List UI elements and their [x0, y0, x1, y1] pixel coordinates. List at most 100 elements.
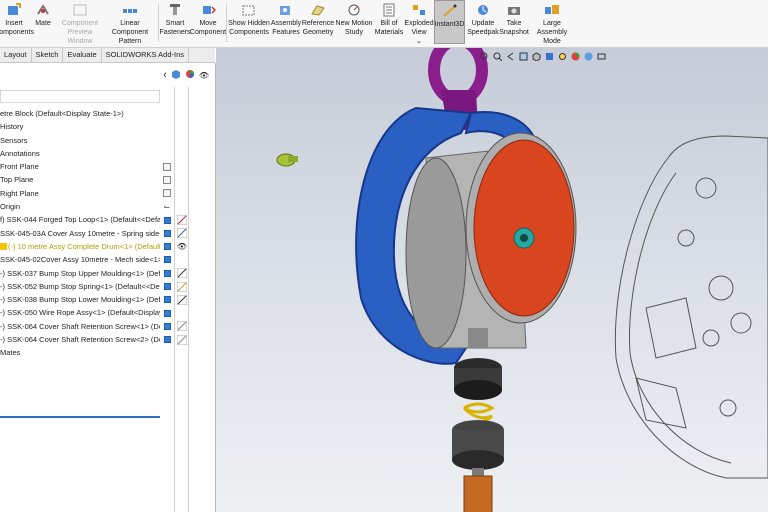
view-settings-icon[interactable] [597, 52, 606, 61]
previous-view-icon[interactable] [506, 52, 515, 61]
component-display-icon[interactable] [163, 229, 171, 237]
edit-appearance-icon[interactable] [571, 52, 580, 61]
large-assembly-mode-button[interactable]: Large Assembly Mode [529, 0, 575, 45]
instant3d-icon [442, 4, 458, 18]
apply-scene-icon[interactable] [584, 52, 593, 61]
cover-shaft-retention-screw[interactable] [276, 153, 298, 167]
tree-item-origin[interactable]: Origin [0, 200, 160, 213]
move-component-button[interactable]: Move Component [190, 0, 226, 44]
reference-geometry-button[interactable]: Reference Geometry [302, 0, 334, 44]
tab-sketch[interactable]: Sketch [32, 48, 64, 62]
ribbon-separator [226, 4, 227, 42]
component-display-icon[interactable] [163, 256, 171, 264]
chevron-down-icon: ⌄ [416, 38, 422, 45]
appearance-swatch-icon[interactable] [177, 334, 187, 345]
component-display-icon[interactable] [163, 309, 171, 317]
wire-rope-assembly[interactable] [463, 475, 493, 512]
tree-item-mates[interactable]: Mates [0, 346, 160, 359]
component-display-icon[interactable] [163, 283, 171, 290]
tree-item-sensors[interactable]: Sensors [0, 134, 160, 147]
assembly-features-icon [278, 3, 294, 17]
appearance-swatch-icon[interactable] [177, 321, 187, 332]
feature-manager-panel: ‹ 👁 etre Block (Default<Display State-1>… [0, 63, 216, 512]
snapshot-icon [506, 3, 522, 17]
mate-icon [35, 3, 51, 17]
tree-item-component[interactable]: SSK-045-02Cover Assy 10metre - Mech side… [0, 253, 160, 266]
take-snapshot-button[interactable]: Take Snapshot [499, 0, 529, 44]
component-display-icon[interactable] [163, 216, 171, 224]
bill-of-materials-icon [381, 3, 397, 17]
reference-geometry-icon [310, 3, 326, 17]
appearance-swatch-icon[interactable] [177, 294, 187, 305]
appearance-swatch-icon[interactable] [177, 228, 187, 239]
tree-selection-bar [0, 416, 160, 418]
appearance-column: 👁 [176, 107, 188, 346]
update-speedpak-button[interactable]: Update Speedpak [467, 0, 499, 44]
tree-item-right-plane[interactable]: Right Plane [0, 187, 160, 200]
smart-fasteners-icon [167, 3, 183, 17]
tab-evaluate[interactable]: Evaluate [63, 48, 102, 62]
zoom-to-fit-icon[interactable] [480, 52, 489, 61]
component-display-icon[interactable] [163, 336, 171, 344]
assembly-features-button[interactable]: Assembly Features [271, 0, 301, 44]
heads-up-view-toolbar [480, 49, 606, 63]
component-preview-window-button[interactable]: Component Preview Window [58, 0, 102, 45]
component-display-icon[interactable] [163, 269, 171, 277]
display-pane-icon[interactable] [171, 69, 181, 81]
tree-item-component-warning[interactable]: (-) 10 metre Assy Complete Drum<1> (Defa… [0, 240, 160, 253]
tree-item-top-plane[interactable]: Top Plane [0, 173, 160, 186]
appearance-swatch-icon[interactable] [177, 281, 187, 292]
bill-of-materials-button[interactable]: Bill of Materials [374, 0, 404, 44]
instant3d-button[interactable]: Instant3D [434, 0, 465, 44]
plane-visibility-icon[interactable] [163, 176, 171, 185]
show-hidden-components-button[interactable]: Show Hidden Components [228, 0, 270, 44]
visibility-icon[interactable]: 👁 [199, 71, 209, 80]
tab-layout[interactable]: Layout [0, 48, 32, 62]
appearance-swatch-icon[interactable] [177, 268, 187, 279]
mech-side-cover-transparent[interactable] [614, 135, 768, 479]
hide-show-items-icon[interactable] [558, 52, 567, 61]
component-display-icon[interactable] [163, 243, 171, 251]
tree-item-component[interactable]: -) SSK-064 Cover Shaft Retention Screw<2… [0, 333, 160, 346]
speedpak-icon [475, 3, 491, 17]
new-motion-study-button[interactable]: New Motion Study [335, 0, 373, 44]
tree-item-component[interactable]: -) SSK-050 Wire Rope Assy<1> (Default<Di… [0, 306, 160, 319]
tree-item-component[interactable]: SSK-045-03A Cover Assy 10metre - Spring … [0, 227, 160, 240]
mate-button[interactable]: Mate [30, 0, 56, 44]
tree-item-component[interactable]: -) SSK-037 Bump Stop Upper Moulding<1> (… [0, 267, 160, 280]
chevron-left-icon[interactable]: ‹ [163, 69, 167, 81]
insert-components-button[interactable]: Insert Components [0, 0, 34, 44]
tree-item-front-plane[interactable]: Front Plane [0, 160, 160, 173]
feature-tree: etre Block (Default<Display State-1>) Hi… [0, 107, 160, 360]
display-style-icon[interactable] [545, 52, 554, 61]
smart-fasteners-button[interactable]: Smart Fasteners [159, 0, 191, 44]
tab-solidworks-add-ins[interactable]: SOLIDWORKS Add-Ins [102, 48, 190, 62]
appearance-swatch-icon[interactable] [177, 215, 187, 226]
tree-item-annotations[interactable]: Annotations [0, 147, 160, 160]
graphics-viewport[interactable] [216, 48, 768, 512]
drum-assembly[interactable] [405, 132, 577, 349]
command-tabs: Layout Sketch Evaluate SOLIDWORKS Add-In… [0, 48, 215, 63]
component-display-icon[interactable] [163, 322, 171, 330]
origin-icon[interactable]: ⌙ [164, 202, 171, 211]
tree-item-component[interactable]: -) SSK-038 Bump Stop Lower Moulding<1> (… [0, 293, 160, 306]
tree-item-component[interactable]: -) SSK-064 Cover Shaft Retention Screw<1… [0, 320, 160, 333]
appearance-icon[interactable] [185, 69, 195, 81]
zoom-area-icon[interactable] [493, 52, 503, 61]
exploded-view-button[interactable]: Exploded View ⌄ [404, 0, 434, 45]
tree-item-history[interactable]: History [0, 120, 160, 133]
warning-icon [0, 243, 7, 251]
tree-item-component[interactable]: -) SSK-052 Bump Stop Spring<1> (Default<… [0, 280, 160, 293]
plane-visibility-icon[interactable] [163, 189, 171, 198]
component-display-icon[interactable] [163, 296, 171, 304]
plane-visibility-icon[interactable] [163, 162, 171, 171]
tree-root-assembly[interactable]: etre Block (Default<Display State-1>) [0, 107, 160, 120]
show-hidden-icon [241, 3, 257, 17]
eye-icon[interactable]: 👁 [177, 242, 187, 251]
view-orientation-icon[interactable] [532, 51, 541, 62]
tree-item-component[interactable]: f) SSK-044 Forged Top Loop<1> (Default<<… [0, 213, 160, 226]
section-view-icon[interactable] [519, 52, 528, 61]
tree-filter-input[interactable] [0, 90, 160, 103]
display-pane-column: ⌙ [161, 107, 173, 346]
linear-component-pattern-button[interactable]: Linear Component Pattern [104, 0, 156, 45]
